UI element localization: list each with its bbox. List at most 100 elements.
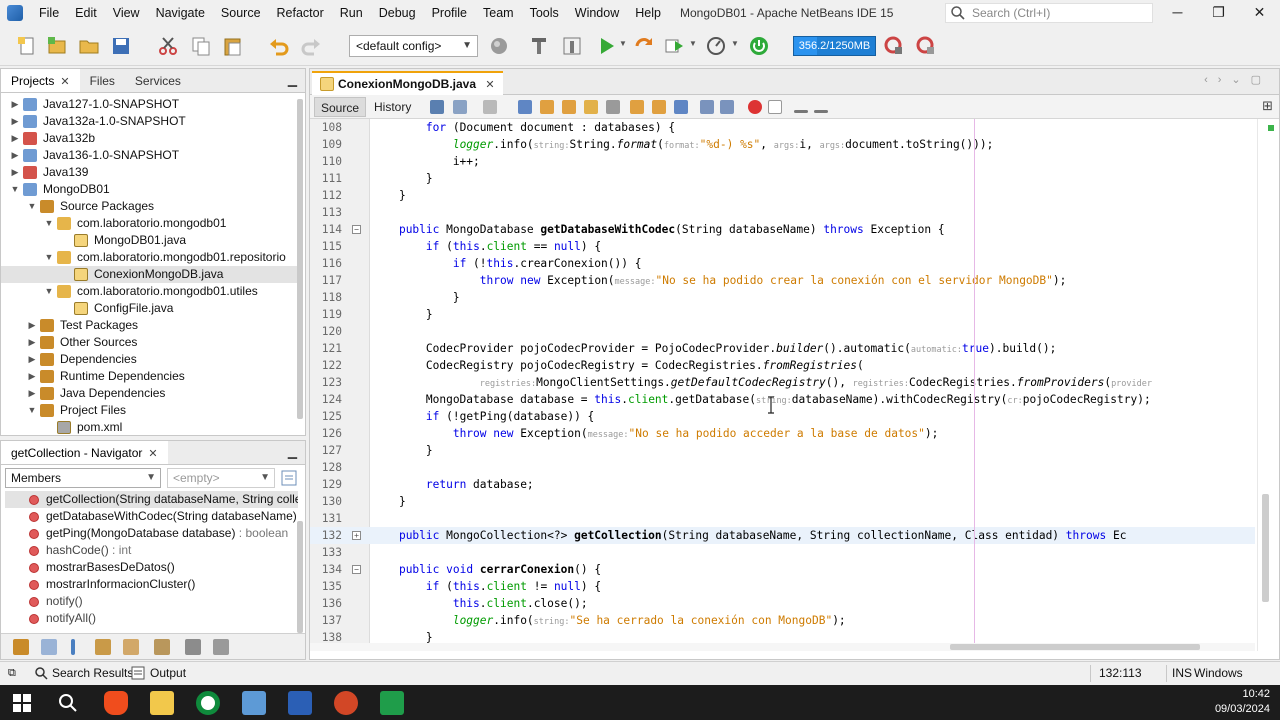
- member-item[interactable]: getCollection(String databaseName, Strin…: [5, 491, 298, 508]
- tree-item[interactable]: ▶ Java127-1.0-SNAPSHOT: [1, 96, 297, 113]
- code-line[interactable]: 123 registries:MongoClientSettings.getDe…: [310, 374, 1255, 391]
- netbeans-taskbar-icon[interactable]: [242, 691, 266, 715]
- tree-item[interactable]: ▶ Test Packages: [1, 317, 297, 334]
- tree-item[interactable]: ▶ Java139: [1, 164, 297, 181]
- show-fields-icon[interactable]: [41, 639, 57, 655]
- code-line[interactable]: 131: [310, 510, 1255, 527]
- tree-item[interactable]: pom.xml: [1, 419, 297, 435]
- tree-item[interactable]: ConexionMongoDB.java: [1, 266, 297, 283]
- editor-horizontal-scrollbar[interactable]: [310, 643, 1255, 651]
- editor-vertical-scrollbar[interactable]: [1257, 119, 1279, 651]
- code-line[interactable]: 137 logger.info(string:"Se ha cerrado la…: [310, 612, 1255, 629]
- code-line[interactable]: 114 − public MongoDatabase getDatabaseWit…: [310, 221, 1255, 238]
- chevron-right-icon[interactable]: ▶: [9, 147, 21, 164]
- comment-icon[interactable]: [794, 110, 808, 113]
- new-project-icon[interactable]: [46, 35, 68, 57]
- menu-file[interactable]: File: [31, 0, 67, 26]
- member-item[interactable]: notify(): [5, 593, 298, 610]
- tree-item[interactable]: ▼ Project Files: [1, 402, 297, 419]
- menu-profile[interactable]: Profile: [424, 0, 475, 26]
- menu-source[interactable]: Source: [213, 0, 269, 26]
- code-line[interactable]: 122 CodecRegistry pojoCodecRegistry = Co…: [310, 357, 1255, 374]
- save-all-icon[interactable]: [110, 35, 132, 57]
- tree-item[interactable]: ▼ MongoDB01: [1, 181, 297, 198]
- editor-hscroll-thumb[interactable]: [950, 644, 1200, 650]
- tree-item[interactable]: ▼ com.laboratorio.mongodb01: [1, 215, 297, 232]
- code-line[interactable]: 111 }: [310, 170, 1255, 187]
- code-line[interactable]: 136 this.client.close();: [310, 595, 1255, 612]
- code-line[interactable]: 108 for (Document document : databases) …: [310, 119, 1255, 136]
- chevron-right-icon[interactable]: ▶: [9, 164, 21, 181]
- tree-item[interactable]: ▶ Java132a-1.0-SNAPSHOT: [1, 113, 297, 130]
- chevron-right-icon[interactable]: ▶: [26, 334, 38, 351]
- chevron-down-icon[interactable]: ▼: [43, 283, 55, 300]
- show-inner-classes-icon[interactable]: [123, 639, 139, 655]
- next-bookmark-icon[interactable]: [652, 100, 666, 114]
- power-icon[interactable]: [748, 35, 770, 57]
- tab-files[interactable]: Files: [80, 69, 125, 92]
- fold-collapse-icon[interactable]: −: [352, 225, 361, 234]
- close-window-button[interactable]: ✕: [1239, 0, 1280, 26]
- tree-item[interactable]: MongoDB01.java: [1, 232, 297, 249]
- line-endings[interactable]: Windows (CRLF): [1194, 662, 1280, 702]
- tree-item[interactable]: ▶ Other Sources: [1, 334, 297, 351]
- new-file-icon[interactable]: [16, 35, 38, 57]
- code-line[interactable]: 118 }: [310, 289, 1255, 306]
- tab-services[interactable]: Services: [125, 69, 191, 92]
- member-scope-select[interactable]: <empty> ▼: [167, 468, 275, 488]
- menu-tools[interactable]: Tools: [522, 0, 567, 26]
- tree-item[interactable]: ▶ Runtime Dependencies: [1, 368, 297, 385]
- word-icon[interactable]: [288, 691, 312, 715]
- run-dropdown-icon[interactable]: ▼: [619, 39, 627, 48]
- code-area[interactable]: 108 for (Document document : databases) …: [310, 119, 1279, 651]
- sort-by-name-icon[interactable]: [154, 639, 170, 655]
- member-item[interactable]: getDatabaseWithCodec(String databaseName…: [5, 508, 298, 525]
- minimize-panel-icon[interactable]: ▁: [288, 69, 297, 91]
- tree-item[interactable]: ▶ Java Dependencies: [1, 385, 297, 402]
- find-next-icon[interactable]: [562, 100, 576, 114]
- editor-tab-conexion[interactable]: ConexionMongoDB.java ✕: [312, 71, 503, 95]
- member-list-scrollbar[interactable]: [297, 521, 303, 633]
- windows-start-icon[interactable]: [10, 691, 34, 715]
- menu-edit[interactable]: Edit: [67, 0, 105, 26]
- code-line[interactable]: 110 i++;: [310, 153, 1255, 170]
- globe-icon[interactable]: [488, 35, 510, 57]
- previous-bookmark-icon[interactable]: [630, 100, 644, 114]
- maximize-button[interactable]: ❐: [1198, 0, 1239, 26]
- last-edit-icon[interactable]: [430, 100, 444, 114]
- code-line[interactable]: 124 MongoDatabase database = this.client…: [310, 391, 1255, 408]
- code-line[interactable]: 113: [310, 204, 1255, 221]
- code-line[interactable]: 112 }: [310, 187, 1255, 204]
- powerpoint-icon[interactable]: [334, 691, 358, 715]
- tree-item[interactable]: ▶ Java136-1.0-SNAPSHOT: [1, 147, 297, 164]
- history-view-button[interactable]: History: [368, 97, 417, 117]
- code-line[interactable]: 116 if (!this.crearConexion()) {: [310, 255, 1255, 272]
- member-item[interactable]: getPing(MongoDatabase database) : boolea…: [5, 525, 298, 542]
- back-icon[interactable]: [453, 100, 467, 114]
- mongodb-compass-icon[interactable]: [196, 691, 220, 715]
- close-icon[interactable]: ✕: [60, 76, 69, 88]
- navigator-options-icon[interactable]: [280, 469, 298, 487]
- minimize-button[interactable]: ─: [1157, 0, 1198, 26]
- menu-window[interactable]: Window: [567, 0, 627, 26]
- show-private-icon[interactable]: [95, 639, 111, 655]
- show-static-icon[interactable]: [71, 639, 75, 655]
- menu-refactor[interactable]: Refactor: [269, 0, 332, 26]
- build-icon[interactable]: [528, 35, 550, 57]
- tab-projects[interactable]: Projects ✕: [1, 69, 80, 92]
- chevron-right-icon[interactable]: ▶: [9, 96, 21, 113]
- cut-icon[interactable]: [157, 35, 179, 57]
- chevron-right-icon[interactable]: ▶: [9, 113, 21, 130]
- chevron-down-icon[interactable]: ▼: [9, 181, 21, 198]
- code-line[interactable]: 134 − public void cerrarConexion() {: [310, 561, 1255, 578]
- undo-icon[interactable]: [268, 35, 290, 57]
- uncomment-icon[interactable]: [814, 110, 828, 113]
- show-fqn-icon[interactable]: [213, 639, 229, 655]
- file-explorer-icon[interactable]: [150, 691, 174, 715]
- debug-dropdown-icon[interactable]: ▼: [689, 39, 697, 48]
- members-filter-select[interactable]: Members ▼: [5, 468, 161, 488]
- clean-build-icon[interactable]: [561, 35, 583, 57]
- reload-icon[interactable]: [633, 35, 655, 57]
- shift-right-icon[interactable]: [720, 100, 734, 114]
- menu-view[interactable]: View: [105, 0, 148, 26]
